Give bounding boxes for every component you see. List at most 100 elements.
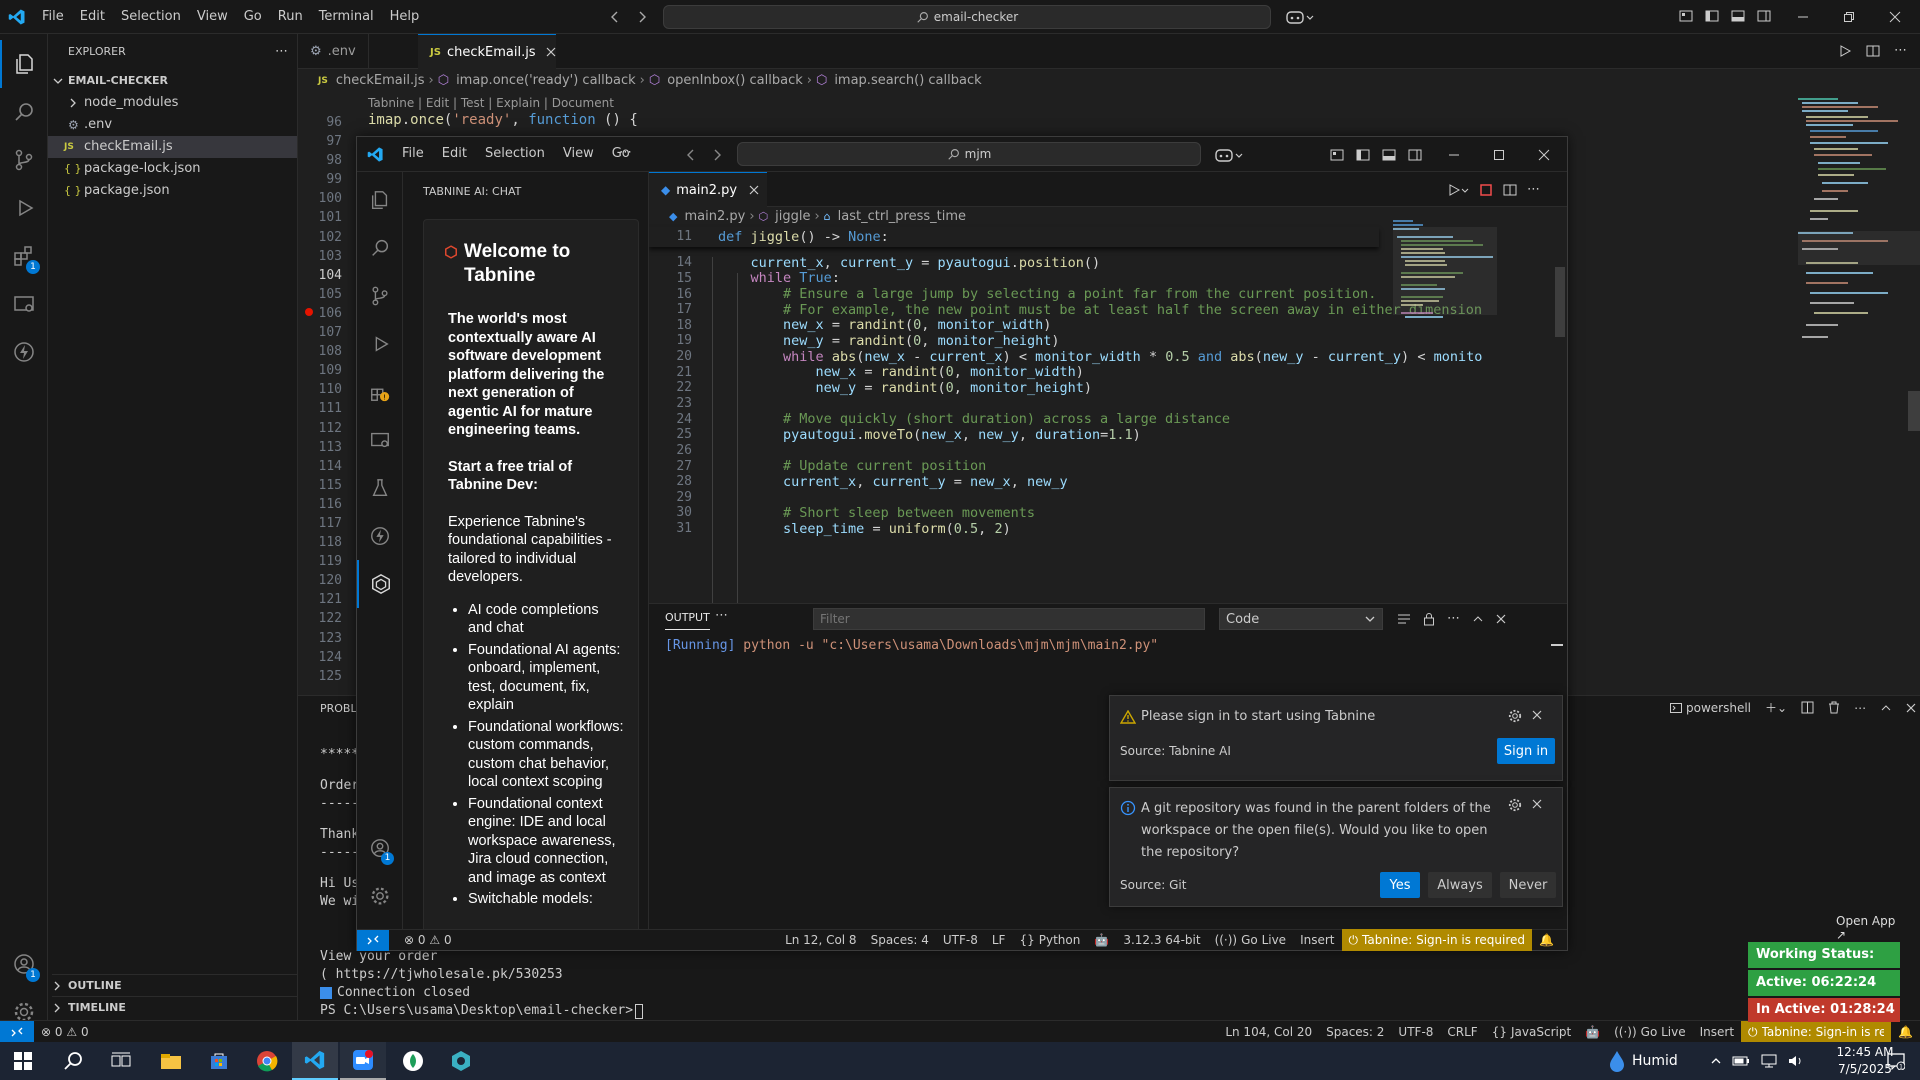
forward-arrow-icon[interactable] [632,7,652,27]
menu-run[interactable]: Run [270,0,311,34]
command-center-search[interactable]: email-checker [663,5,1271,29]
minimize-icon[interactable] [1431,137,1476,172]
inner-command-center[interactable]: mjm [737,142,1201,166]
menu-edit[interactable]: Edit [72,0,113,34]
toggle-panel-icon[interactable] [1730,8,1746,24]
notifications-bell-icon[interactable]: 🔔 [1532,929,1561,951]
more-actions-icon[interactable]: ⋯ [1527,182,1540,197]
layout-customize-icon[interactable] [1329,147,1345,163]
menu-view[interactable]: View [189,0,236,34]
close-panel-icon[interactable] [1906,703,1916,713]
menu-selection[interactable]: Selection [113,0,189,34]
close-panel-icon[interactable] [1496,614,1506,624]
sticky-scroll[interactable]: 11 def jiggle() -> None: [649,227,1379,247]
menu-view[interactable]: View [554,137,603,171]
terminal-output[interactable]: View your order ( https://tjwholesale.pk… [320,948,644,1020]
indentation[interactable]: Spaces: 2 [1319,1021,1391,1043]
vscode-taskbar-icon[interactable] [292,1042,338,1080]
run-debug-icon[interactable] [357,320,403,368]
chrome-icon[interactable] [244,1042,290,1080]
battery-icon[interactable] [1732,1055,1750,1067]
zoom-app-icon[interactable] [340,1042,386,1080]
always-button[interactable]: Always [1428,872,1492,898]
volume-icon[interactable] [1788,1054,1804,1068]
app-leaf-icon[interactable] [390,1042,436,1080]
menu-edit[interactable]: Edit [433,137,476,171]
toggle-primary-sidebar-icon[interactable] [1704,8,1720,24]
tab-main2-py[interactable]: ◆ main2.py [649,172,767,207]
remote-indicator-icon[interactable] [0,1020,34,1043]
menu-file[interactable]: File [393,137,433,171]
terminal-shell-selector[interactable]: powershell [1670,701,1751,715]
end-of-line[interactable]: CRLF [1440,1021,1484,1043]
account-icon[interactable]: 1 [357,824,403,872]
copilot-status-icon[interactable]: 🤖 [1087,929,1116,951]
breadcrumb-item[interactable]: imap.once('ready') callback [456,73,636,88]
copilot-icon[interactable] [1214,147,1244,163]
minimap-slider[interactable] [1393,227,1497,315]
tree-item-env[interactable]: ⚙ .env [62,114,112,136]
problems-status[interactable]: ⊗ 0 ⚠ 0 [34,1021,96,1043]
search-icon[interactable] [0,88,48,136]
editor-scrollbar[interactable] [1908,391,1920,431]
tree-item-package-lock[interactable]: { } package-lock.json [62,158,201,180]
close-icon[interactable] [749,185,759,195]
manage-gear-icon[interactable] [357,872,403,920]
gear-icon[interactable] [1508,798,1522,812]
workspace-root[interactable]: EMAIL-CHECKER [52,70,168,92]
store-icon[interactable] [196,1042,242,1080]
encoding[interactable]: UTF-8 [936,929,985,951]
run-debug-icon[interactable] [0,184,48,232]
breadcrumb-item[interactable]: openInbox() callback [667,73,803,88]
output-channel-select[interactable]: Code [1219,608,1383,630]
testing-flask-icon[interactable] [357,464,403,512]
remote-explorer-icon[interactable] [357,416,403,464]
trash-icon[interactable] [1828,701,1840,714]
language-mode[interactable]: {} JavaScript [1485,1021,1578,1043]
split-terminal-icon[interactable] [1801,701,1814,714]
open-app-link[interactable]: Open App ↗ [1836,914,1904,942]
editor-scrollbar[interactable] [1555,267,1565,337]
add-terminal-icon[interactable]: ＋⌄ [1765,699,1787,716]
app-hexagon-icon[interactable] [438,1042,484,1080]
clear-output-icon[interactable] [1397,612,1411,626]
cursor-position[interactable]: Ln 12, Col 8 [778,929,864,951]
more-menu-icon[interactable]: ⋯ [619,145,632,160]
close-icon[interactable] [1532,799,1542,809]
lightning-icon[interactable] [357,512,403,560]
maximize-panel-icon[interactable] [1472,613,1484,625]
windows-start-icon[interactable] [0,1042,46,1080]
tab-checkemail[interactable]: JS checkEmail.js [418,34,556,69]
extensions-icon[interactable]: 1 [0,232,48,280]
run-icon[interactable] [1838,44,1852,58]
close-icon[interactable] [546,47,556,57]
stop-icon[interactable] [1479,183,1493,197]
copilot-status-icon[interactable]: 🤖 [1578,1021,1607,1043]
minimap-slider[interactable] [1798,231,1920,265]
menu-help[interactable]: Help [382,0,428,34]
language-mode[interactable]: {} Python [1012,929,1087,951]
close-icon[interactable] [1532,710,1542,720]
copilot-icon[interactable] [1284,8,1316,26]
breadcrumb-item[interactable]: jiggle [775,209,810,224]
timeline-section[interactable]: TIMELINE [52,996,297,1018]
more-actions-icon[interactable]: ⋯ [1894,43,1907,58]
output-tab[interactable]: OUTPUT [665,608,710,630]
search-icon[interactable] [50,1042,96,1080]
outline-section[interactable]: OUTLINE [52,974,297,996]
account-icon[interactable]: 1 [0,940,48,988]
lock-icon[interactable] [1423,612,1435,626]
maximize-icon[interactable] [1476,137,1521,172]
restore-icon[interactable] [1826,0,1872,34]
remote-indicator-icon[interactable] [357,929,389,951]
more-actions-icon[interactable]: ⋯ [1854,701,1866,715]
go-live[interactable]: ((·)) Go Live [1607,1021,1693,1043]
source-control-icon[interactable] [357,272,403,320]
close-icon[interactable] [1521,137,1566,172]
python-interpreter[interactable]: 3.12.3 64-bit [1116,929,1207,951]
tabnine-icon[interactable] [357,560,403,608]
task-view-icon[interactable] [98,1042,144,1080]
tree-item-node-modules[interactable]: node_modules [62,92,178,114]
lightning-icon[interactable] [0,328,48,376]
split-editor-icon[interactable] [1866,44,1880,58]
